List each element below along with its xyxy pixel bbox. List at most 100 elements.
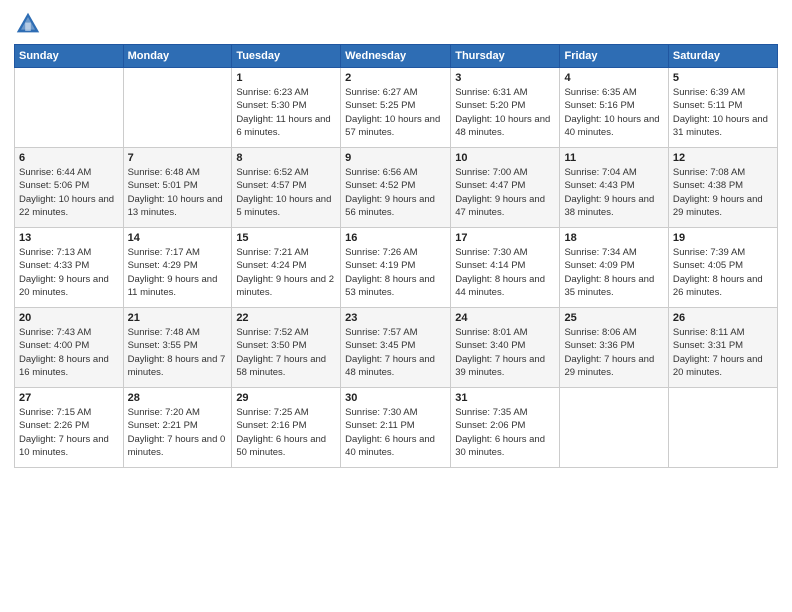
weekday-header-tuesday: Tuesday [232, 45, 341, 68]
day-info: Sunrise: 8:01 AM Sunset: 3:40 PM Dayligh… [455, 326, 555, 379]
calendar: SundayMondayTuesdayWednesdayThursdayFrid… [14, 44, 778, 468]
day-number: 5 [673, 72, 773, 84]
calendar-cell: 27 Sunrise: 7:15 AM Sunset: 2:26 PM Dayli… [15, 388, 124, 468]
day-number: 4 [564, 72, 663, 84]
logo-icon [14, 10, 42, 38]
day-number: 23 [345, 312, 446, 324]
calendar-header: SundayMondayTuesdayWednesdayThursdayFrid… [15, 45, 778, 68]
day-number: 8 [236, 152, 336, 164]
weekday-header-sunday: Sunday [15, 45, 124, 68]
day-info: Sunrise: 7:48 AM Sunset: 3:55 PM Dayligh… [128, 326, 228, 379]
day-info: Sunrise: 7:30 AM Sunset: 4:14 PM Dayligh… [455, 246, 555, 299]
weekday-header-saturday: Saturday [668, 45, 777, 68]
day-info: Sunrise: 7:52 AM Sunset: 3:50 PM Dayligh… [236, 326, 336, 379]
day-info: Sunrise: 7:08 AM Sunset: 4:38 PM Dayligh… [673, 166, 773, 219]
weekday-header-friday: Friday [560, 45, 668, 68]
calendar-cell: 25 Sunrise: 8:06 AM Sunset: 3:36 PM Dayli… [560, 308, 668, 388]
day-info: Sunrise: 6:31 AM Sunset: 5:20 PM Dayligh… [455, 86, 555, 139]
day-info: Sunrise: 7:20 AM Sunset: 2:21 PM Dayligh… [128, 406, 228, 459]
calendar-cell: 30 Sunrise: 7:30 AM Sunset: 2:11 PM Dayli… [341, 388, 451, 468]
calendar-cell [560, 388, 668, 468]
calendar-cell: 24 Sunrise: 8:01 AM Sunset: 3:40 PM Dayli… [451, 308, 560, 388]
day-number: 30 [345, 392, 446, 404]
day-info: Sunrise: 7:30 AM Sunset: 2:11 PM Dayligh… [345, 406, 446, 459]
calendar-cell: 1Sunrise: 6:23 AM Sunset: 5:30 PM Daylig… [232, 68, 341, 148]
calendar-cell: 3Sunrise: 6:31 AM Sunset: 5:20 PM Daylig… [451, 68, 560, 148]
day-info: Sunrise: 6:44 AM Sunset: 5:06 PM Dayligh… [19, 166, 119, 219]
day-number: 14 [128, 232, 228, 244]
day-number: 29 [236, 392, 336, 404]
day-number: 18 [564, 232, 663, 244]
day-info: Sunrise: 6:27 AM Sunset: 5:25 PM Dayligh… [345, 86, 446, 139]
day-info: Sunrise: 8:11 AM Sunset: 3:31 PM Dayligh… [673, 326, 773, 379]
day-info: Sunrise: 7:57 AM Sunset: 3:45 PM Dayligh… [345, 326, 446, 379]
calendar-cell: 13 Sunrise: 7:13 AM Sunset: 4:33 PM Dayli… [15, 228, 124, 308]
day-number: 11 [564, 152, 663, 164]
day-number: 10 [455, 152, 555, 164]
day-info: Sunrise: 6:48 AM Sunset: 5:01 PM Dayligh… [128, 166, 228, 219]
logo [14, 10, 46, 38]
day-info: Sunrise: 6:23 AM Sunset: 5:30 PM Dayligh… [236, 86, 336, 139]
calendar-cell: 20Sunrise: 7:43 AM Sunset: 4:00 PM Dayli… [15, 308, 124, 388]
calendar-cell: 2 Sunrise: 6:27 AM Sunset: 5:25 PM Daylig… [341, 68, 451, 148]
day-number: 28 [128, 392, 228, 404]
calendar-body: 1Sunrise: 6:23 AM Sunset: 5:30 PM Daylig… [15, 68, 778, 468]
calendar-cell: 15 Sunrise: 7:21 AM Sunset: 4:24 PM Dayli… [232, 228, 341, 308]
day-number: 2 [345, 72, 446, 84]
calendar-cell: 9Sunrise: 6:56 AM Sunset: 4:52 PM Daylig… [341, 148, 451, 228]
day-info: Sunrise: 7:00 AM Sunset: 4:47 PM Dayligh… [455, 166, 555, 219]
calendar-cell: 26 Sunrise: 8:11 AM Sunset: 3:31 PM Dayli… [668, 308, 777, 388]
day-info: Sunrise: 7:04 AM Sunset: 4:43 PM Dayligh… [564, 166, 663, 219]
day-info: Sunrise: 7:34 AM Sunset: 4:09 PM Dayligh… [564, 246, 663, 299]
day-number: 6 [19, 152, 119, 164]
week-row-4: 20Sunrise: 7:43 AM Sunset: 4:00 PM Dayli… [15, 308, 778, 388]
week-row-5: 27 Sunrise: 7:15 AM Sunset: 2:26 PM Dayli… [15, 388, 778, 468]
week-row-3: 13 Sunrise: 7:13 AM Sunset: 4:33 PM Dayli… [15, 228, 778, 308]
day-info: Sunrise: 7:25 AM Sunset: 2:16 PM Dayligh… [236, 406, 336, 459]
calendar-cell: 14Sunrise: 7:17 AM Sunset: 4:29 PM Dayli… [123, 228, 232, 308]
calendar-cell: 22 Sunrise: 7:52 AM Sunset: 3:50 PM Dayli… [232, 308, 341, 388]
day-info: Sunrise: 6:52 AM Sunset: 4:57 PM Dayligh… [236, 166, 336, 219]
day-info: Sunrise: 8:06 AM Sunset: 3:36 PM Dayligh… [564, 326, 663, 379]
calendar-cell [15, 68, 124, 148]
calendar-cell: 12 Sunrise: 7:08 AM Sunset: 4:38 PM Dayli… [668, 148, 777, 228]
week-row-1: 1Sunrise: 6:23 AM Sunset: 5:30 PM Daylig… [15, 68, 778, 148]
day-number: 13 [19, 232, 119, 244]
calendar-cell: 17 Sunrise: 7:30 AM Sunset: 4:14 PM Dayli… [451, 228, 560, 308]
day-number: 19 [673, 232, 773, 244]
calendar-cell: 19 Sunrise: 7:39 AM Sunset: 4:05 PM Dayli… [668, 228, 777, 308]
day-number: 31 [455, 392, 555, 404]
weekday-row: SundayMondayTuesdayWednesdayThursdayFrid… [15, 45, 778, 68]
day-number: 15 [236, 232, 336, 244]
day-number: 16 [345, 232, 446, 244]
day-number: 27 [19, 392, 119, 404]
day-number: 26 [673, 312, 773, 324]
calendar-cell: 29 Sunrise: 7:25 AM Sunset: 2:16 PM Dayli… [232, 388, 341, 468]
weekday-header-monday: Monday [123, 45, 232, 68]
day-info: Sunrise: 6:35 AM Sunset: 5:16 PM Dayligh… [564, 86, 663, 139]
day-info: Sunrise: 7:39 AM Sunset: 4:05 PM Dayligh… [673, 246, 773, 299]
calendar-cell: 23 Sunrise: 7:57 AM Sunset: 3:45 PM Dayli… [341, 308, 451, 388]
calendar-cell: 31 Sunrise: 7:35 AM Sunset: 2:06 PM Dayli… [451, 388, 560, 468]
day-number: 22 [236, 312, 336, 324]
calendar-cell [668, 388, 777, 468]
week-row-2: 6 Sunrise: 6:44 AM Sunset: 5:06 PM Daylig… [15, 148, 778, 228]
calendar-cell: 16Sunrise: 7:26 AM Sunset: 4:19 PM Dayli… [341, 228, 451, 308]
calendar-cell: 28 Sunrise: 7:20 AM Sunset: 2:21 PM Dayli… [123, 388, 232, 468]
day-number: 24 [455, 312, 555, 324]
day-info: Sunrise: 7:21 AM Sunset: 4:24 PM Dayligh… [236, 246, 336, 299]
day-info: Sunrise: 7:35 AM Sunset: 2:06 PM Dayligh… [455, 406, 555, 459]
day-number: 17 [455, 232, 555, 244]
calendar-cell: 7Sunrise: 6:48 AM Sunset: 5:01 PM Daylig… [123, 148, 232, 228]
page: SundayMondayTuesdayWednesdayThursdayFrid… [0, 0, 792, 612]
day-info: Sunrise: 6:39 AM Sunset: 5:11 PM Dayligh… [673, 86, 773, 139]
calendar-cell: 6 Sunrise: 6:44 AM Sunset: 5:06 PM Daylig… [15, 148, 124, 228]
day-info: Sunrise: 7:13 AM Sunset: 4:33 PM Dayligh… [19, 246, 119, 299]
calendar-cell: 21Sunrise: 7:48 AM Sunset: 3:55 PM Dayli… [123, 308, 232, 388]
weekday-header-wednesday: Wednesday [341, 45, 451, 68]
day-number: 25 [564, 312, 663, 324]
day-number: 12 [673, 152, 773, 164]
calendar-cell [123, 68, 232, 148]
day-info: Sunrise: 7:15 AM Sunset: 2:26 PM Dayligh… [19, 406, 119, 459]
calendar-cell: 18 Sunrise: 7:34 AM Sunset: 4:09 PM Dayli… [560, 228, 668, 308]
